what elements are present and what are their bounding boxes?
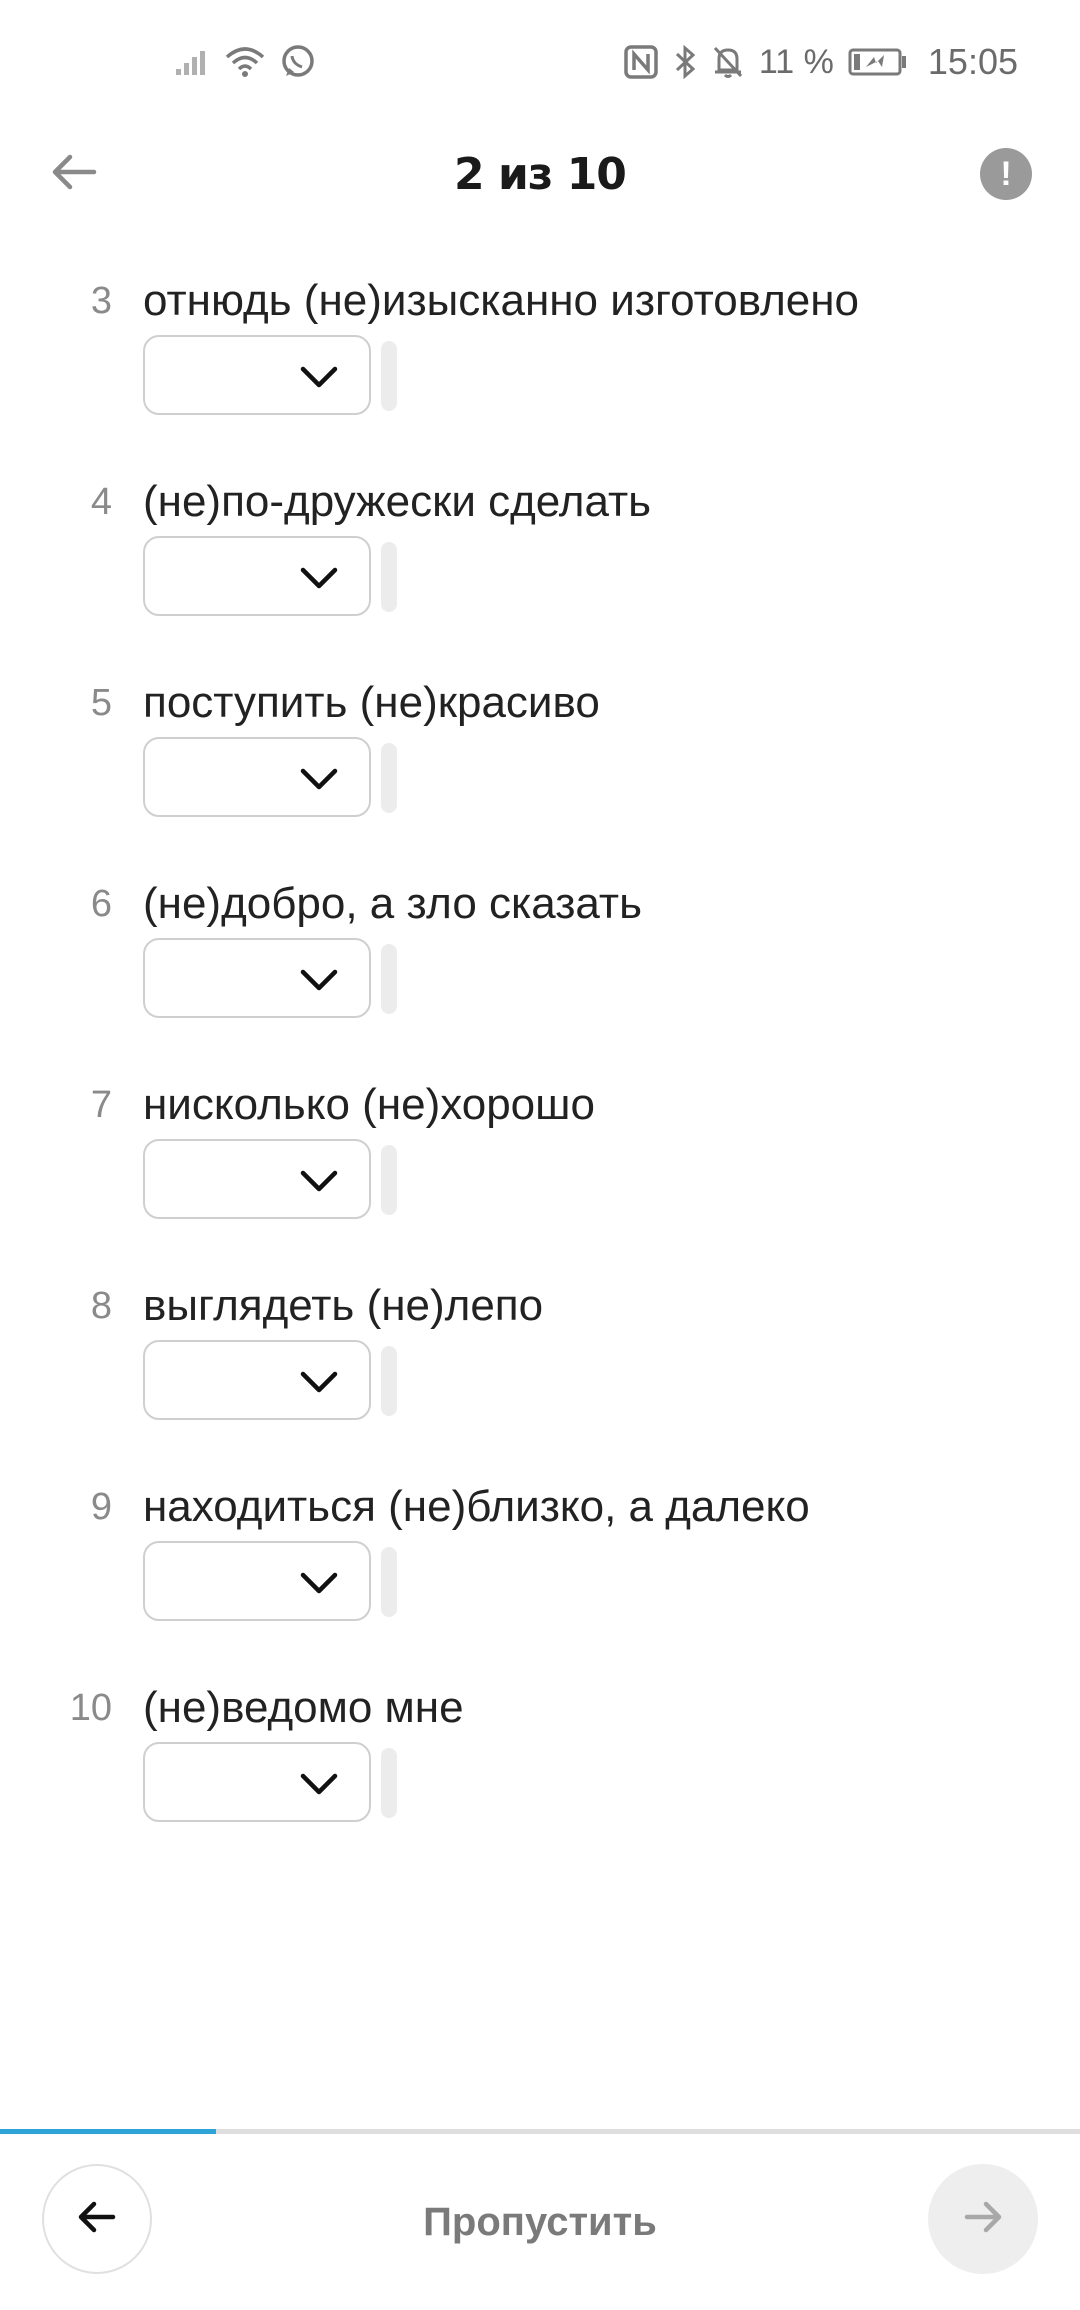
next-button[interactable]	[928, 2164, 1038, 2274]
chevron-down-icon	[300, 768, 338, 790]
chevron-down-icon	[300, 969, 338, 991]
answer-select[interactable]	[143, 335, 371, 415]
answer-select[interactable]	[143, 1541, 371, 1621]
battery-icon	[848, 47, 908, 77]
page-title: 2 из 10	[454, 148, 627, 200]
chevron-down-icon	[300, 366, 338, 388]
chevron-down-icon	[300, 1773, 338, 1795]
chevron-down-icon	[300, 1371, 338, 1393]
arrow-left-icon	[77, 2200, 117, 2239]
arrow-left-icon	[50, 152, 98, 197]
status-left	[174, 44, 316, 80]
whatsapp-icon	[280, 44, 316, 80]
question-text: нисколько (не)хорошо	[143, 1080, 595, 1129]
drag-handle	[381, 542, 397, 612]
question-text: (не)ведомо мне	[143, 1683, 464, 1732]
drag-handle	[381, 1547, 397, 1617]
answer-select[interactable]	[143, 1139, 371, 1219]
question-text: находиться (не)близко, а далеко	[143, 1482, 810, 1531]
question-number: 9	[90, 1486, 112, 1528]
drag-handle	[381, 341, 397, 411]
question-text: отнюдь (не)изысканно изготовлено	[143, 276, 859, 325]
question-number: 5	[90, 682, 112, 724]
question-list[interactable]: 3 отнюдь (не)изысканно изготовлено 4 (не…	[0, 224, 1080, 2124]
back-button[interactable]	[44, 144, 104, 204]
question-text: поступить (не)красиво	[143, 678, 600, 727]
battery-percent: 11 %	[758, 42, 834, 81]
bell-off-icon	[711, 44, 745, 80]
answer-select[interactable]	[143, 737, 371, 817]
drag-handle	[381, 743, 397, 813]
wifi-icon	[224, 45, 266, 79]
question-number: 10	[69, 1687, 112, 1729]
answer-select[interactable]	[143, 536, 371, 616]
drag-handle	[381, 1145, 397, 1215]
bottom-bar: Пропустить	[0, 2134, 1080, 2310]
answer-select[interactable]	[143, 1742, 371, 1822]
top-bar: 2 из 10 !	[0, 124, 1080, 224]
prev-button[interactable]	[42, 2164, 152, 2274]
bluetooth-icon	[673, 44, 697, 80]
question-number: 6	[90, 883, 112, 925]
question-number: 8	[90, 1285, 112, 1327]
skip-button[interactable]: Пропустить	[423, 2200, 657, 2245]
status-right: 11 % 15:05	[623, 41, 1018, 83]
answer-select[interactable]	[143, 1340, 371, 1420]
signal-icon	[174, 47, 210, 77]
question-text: (не)добро, а зло сказать	[143, 879, 642, 928]
chevron-down-icon	[300, 567, 338, 589]
drag-handle	[381, 944, 397, 1014]
question-number: 4	[90, 481, 112, 523]
status-bar: 11 % 15:05	[0, 0, 1080, 124]
info-button[interactable]: !	[980, 148, 1032, 200]
chevron-down-icon	[300, 1170, 338, 1192]
exclamation-icon: !	[1000, 154, 1012, 193]
chevron-down-icon	[300, 1572, 338, 1594]
clock: 15:05	[927, 41, 1018, 82]
answer-select[interactable]	[143, 938, 371, 1018]
nfc-icon	[623, 44, 659, 80]
question-number: 3	[90, 280, 112, 322]
drag-handle	[381, 1346, 397, 1416]
arrow-right-icon	[963, 2200, 1003, 2239]
drag-handle	[381, 1748, 397, 1818]
question-number: 7	[90, 1084, 112, 1126]
question-text: (не)по-дружески сделать	[143, 477, 652, 526]
question-text: выглядеть (не)лепо	[143, 1281, 544, 1330]
